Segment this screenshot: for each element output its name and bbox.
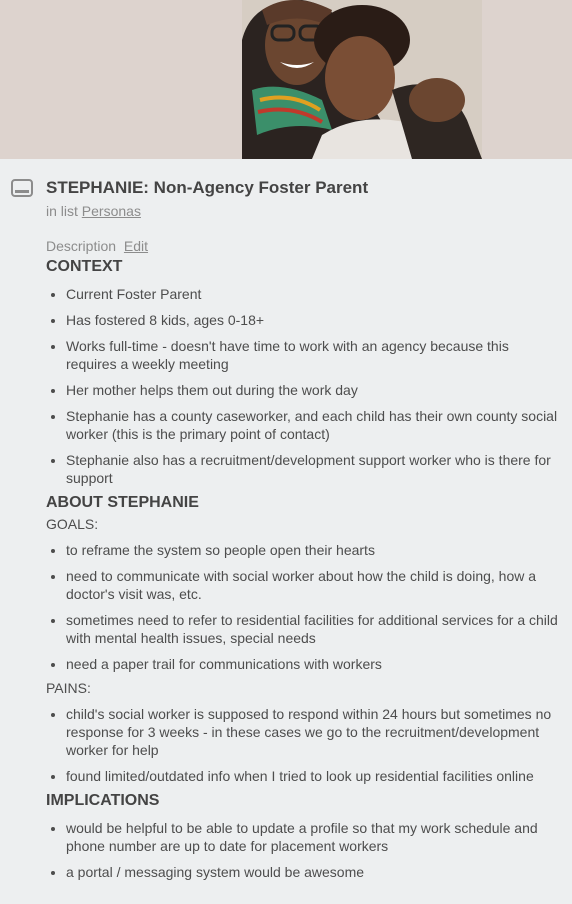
goals-list: to reframe the system so people open the… (46, 541, 558, 673)
list-item: Current Foster Parent (66, 285, 558, 303)
edit-description-link[interactable]: Edit (124, 238, 148, 254)
list-item: Stephanie has a county caseworker, and e… (66, 407, 558, 443)
description-content[interactable]: CONTEXT Current Foster Parent Has foster… (46, 257, 558, 881)
list-info: in list Personas (46, 202, 572, 220)
list-item: to reframe the system so people open the… (66, 541, 558, 559)
card-cover[interactable] (0, 0, 572, 159)
context-list: Current Foster Parent Has fostered 8 kid… (46, 285, 558, 487)
implications-list: would be helpful to be able to update a … (46, 819, 558, 881)
list-item: found limited/outdated info when I tried… (66, 767, 558, 785)
in-list-label: in list (46, 203, 78, 219)
list-item: Has fostered 8 kids, ages 0-18+ (66, 311, 558, 329)
list-item: a portal / messaging system would be awe… (66, 863, 558, 881)
goals-label: GOALS: (46, 516, 99, 532)
about-heading: ABOUT STEPHANIE (46, 494, 199, 511)
card-title[interactable]: STEPHANIE: Non-Agency Foster Parent (46, 175, 572, 199)
pains-list: child's social worker is supposed to res… (46, 705, 558, 785)
cover-photo (242, 0, 482, 159)
list-item: Works full-time - doesn't have time to w… (66, 337, 558, 373)
context-heading: CONTEXT (46, 258, 123, 275)
list-item: need to communicate with social worker a… (66, 567, 558, 603)
list-item: child's social worker is supposed to res… (66, 705, 558, 759)
list-item: would be helpful to be able to update a … (66, 819, 558, 855)
pains-label: PAINS: (46, 680, 91, 696)
card-details: STEPHANIE: Non-Agency Foster Parent in l… (0, 159, 572, 881)
list-item: Stephanie also has a recruitment/develop… (66, 451, 558, 487)
list-item: Her mother helps them out during the wor… (66, 381, 558, 399)
list-item: sometimes need to refer to residential f… (66, 611, 558, 647)
list-link[interactable]: Personas (82, 203, 141, 219)
implications-heading: IMPLICATIONS (46, 792, 160, 809)
description-label: Description (46, 238, 117, 254)
list-item: need a paper trail for communications wi… (66, 655, 558, 673)
description-header: Description Edit (46, 237, 572, 255)
card-icon (11, 179, 33, 197)
